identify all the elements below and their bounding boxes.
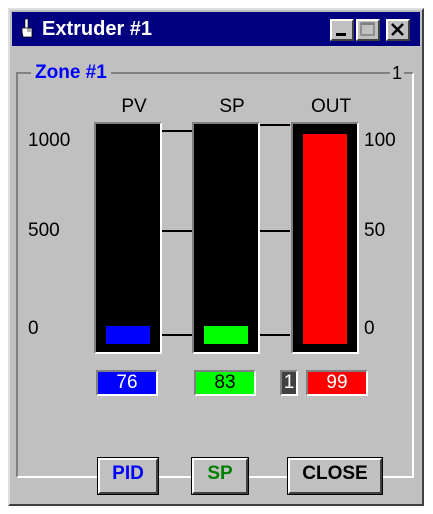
title-bar[interactable]: Extruder #1	[12, 12, 420, 46]
out-bar-fill	[303, 134, 347, 344]
close-window-button[interactable]	[386, 19, 410, 41]
sp-bar-fill	[204, 326, 248, 344]
right-scale-top: 100	[364, 130, 396, 151]
extruder-window: Extruder #1 Zone #1 1 PV SP OUT 1000 500…	[8, 8, 424, 506]
tick-line	[260, 334, 290, 336]
pv-bar-fill	[106, 326, 150, 344]
pv-value: 76	[96, 370, 158, 396]
tick-line	[260, 230, 290, 232]
tick-line	[162, 334, 192, 336]
out-mode-indicator: 1	[280, 370, 298, 396]
pid-button[interactable]: PID	[97, 457, 159, 495]
tick-line	[260, 124, 290, 126]
window-title: Extruder #1	[42, 18, 153, 40]
close-button[interactable]: CLOSE	[287, 457, 383, 495]
sp-column-label: SP	[219, 96, 245, 117]
zone-label: Zone #1	[31, 62, 111, 84]
maximize-button[interactable]	[356, 19, 380, 41]
sp-bar-gauge	[192, 122, 260, 354]
tick-line	[162, 230, 192, 232]
left-scale-bottom: 0	[28, 318, 39, 339]
sp-value: 83	[194, 370, 256, 396]
right-scale-mid: 50	[364, 220, 386, 241]
right-scale-bottom: 0	[364, 318, 375, 339]
pv-column-label: PV	[121, 96, 147, 117]
tick-line	[162, 130, 192, 132]
hand-pointer-icon	[20, 18, 34, 40]
out-bar-gauge	[291, 122, 359, 354]
pv-bar-gauge	[94, 122, 162, 354]
left-scale-top: 1000	[28, 130, 71, 151]
left-scale-mid: 500	[28, 220, 60, 241]
minimize-button[interactable]	[330, 19, 354, 41]
out-value: 99	[306, 370, 368, 396]
out-column-label: OUT	[310, 96, 352, 117]
sp-button[interactable]: SP	[191, 457, 249, 495]
zone-number: 1	[390, 62, 405, 84]
